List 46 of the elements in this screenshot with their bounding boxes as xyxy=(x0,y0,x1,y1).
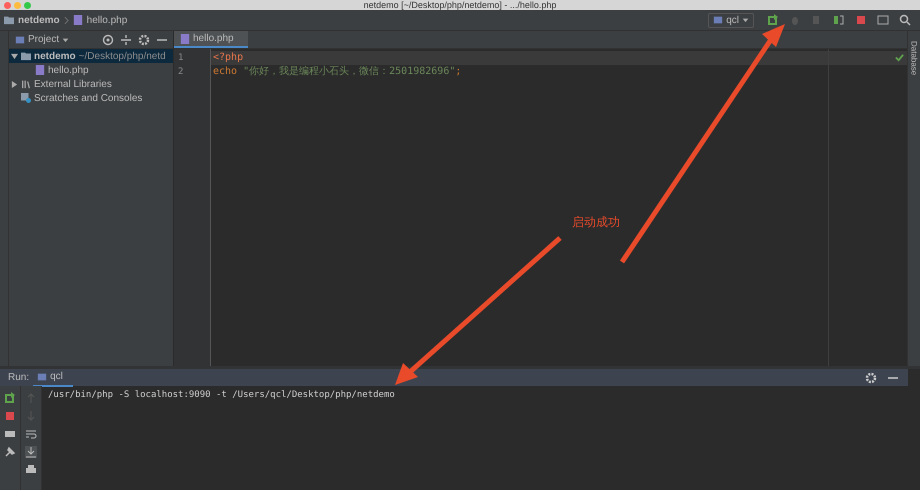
rerun-icon[interactable] xyxy=(767,14,779,26)
project-icon xyxy=(15,34,25,44)
php-file-icon xyxy=(180,34,190,44)
php-file-icon xyxy=(35,65,45,75)
run-config-dropdown[interactable]: qcl xyxy=(708,12,754,28)
php-file-icon xyxy=(72,15,83,25)
print-icon[interactable] xyxy=(25,464,37,476)
collapse-icon[interactable] xyxy=(120,34,132,46)
run-label: Run: xyxy=(8,372,30,383)
settings-icon[interactable] xyxy=(138,34,150,46)
php-server-icon xyxy=(37,372,48,382)
library-icon xyxy=(21,79,31,89)
search-icon[interactable] xyxy=(899,14,911,26)
scroll-to-end-icon[interactable] xyxy=(25,446,37,458)
scratches-icon xyxy=(21,93,31,103)
console-output: /usr/bin/php -S localhost:9090 -t /Users/qcl/Desktop/php/netdemo xyxy=(48,390,396,400)
line-number: 1 xyxy=(177,52,184,65)
settings-icon[interactable] xyxy=(865,372,877,384)
window-title: netdemo [~/Desktop/php/netdemo] - .../hello.php xyxy=(364,0,556,10)
breadcrumb[interactable]: hello.php xyxy=(86,14,128,26)
editor-tab[interactable]: hello.php xyxy=(174,31,248,48)
chevron-icon xyxy=(64,16,69,24)
tree-item[interactable]: Scratches and Consoles xyxy=(9,91,173,105)
minimize-dot[interactable] xyxy=(14,2,21,8)
expand-arrow-icon[interactable] xyxy=(11,52,18,60)
zoom-dot[interactable] xyxy=(24,2,31,8)
rerun-icon[interactable] xyxy=(4,392,16,404)
expand-arrow-icon[interactable] xyxy=(11,80,18,88)
tree-item[interactable]: netdemo ~/Desktop/php/netd xyxy=(9,49,173,63)
stop-icon[interactable] xyxy=(4,410,16,422)
tree-item[interactable]: hello.php xyxy=(9,63,173,77)
code-line: echo "你好，我是编程小石头，微信：2501982696"; xyxy=(213,66,462,77)
target-icon[interactable] xyxy=(102,34,114,46)
code-line: <?php xyxy=(213,52,244,63)
check-icon xyxy=(895,53,904,62)
annotation-label: 启动成功 xyxy=(572,214,620,231)
terminal-icon[interactable] xyxy=(877,14,889,26)
tree-item[interactable]: External Libraries xyxy=(9,77,173,91)
soft-wrap-icon[interactable] xyxy=(25,428,37,440)
close-dot[interactable] xyxy=(4,2,11,8)
folder-icon xyxy=(4,15,14,25)
breadcrumb[interactable]: netdemo xyxy=(18,14,60,26)
folder-icon xyxy=(21,51,31,61)
line-number: 2 xyxy=(177,66,184,79)
php-server-icon xyxy=(713,15,724,25)
stop-icon[interactable] xyxy=(855,14,867,26)
